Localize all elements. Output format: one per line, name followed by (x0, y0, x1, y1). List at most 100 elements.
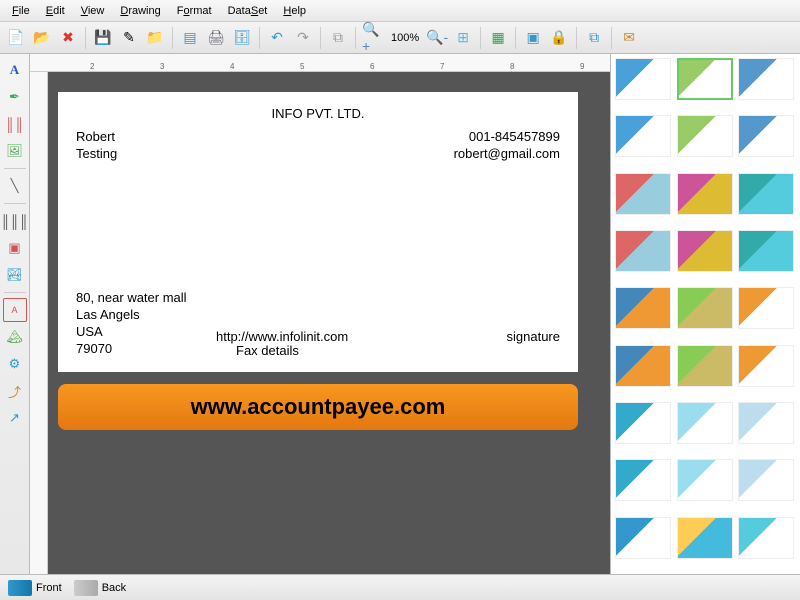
pen-tool[interactable]: ✒ (3, 85, 27, 109)
line-tool[interactable]: ╲ (3, 174, 27, 198)
template-thumb[interactable] (615, 58, 671, 100)
shapes-tool[interactable]: ▣ (3, 236, 27, 260)
template-thumb[interactable] (738, 459, 794, 501)
image-tool[interactable]: 🖼 (3, 139, 27, 163)
layer-button[interactable]: ▣ (521, 26, 545, 50)
template-thumb[interactable] (615, 459, 671, 501)
connector-tool[interactable]: ⤴ (3, 379, 27, 403)
new-button[interactable]: 📄 (4, 26, 28, 50)
template-thumb[interactable] (615, 287, 671, 329)
copy-button[interactable]: ⧉ (326, 26, 350, 50)
print-button[interactable]: 🖨 (204, 26, 228, 50)
template-thumb[interactable] (615, 517, 671, 559)
redo-button[interactable]: ↷ (291, 26, 315, 50)
menu-drawing[interactable]: Drawing (112, 3, 168, 19)
excel-button[interactable]: ▦ (486, 26, 510, 50)
zoom-out-button[interactable]: 🔍- (425, 26, 449, 50)
template-thumb[interactable] (615, 230, 671, 272)
template-thumb[interactable] (677, 402, 733, 444)
horizontal-ruler: 234 567 89 (30, 54, 610, 72)
lock-button[interactable]: 🔒 (547, 26, 571, 50)
separator (4, 203, 26, 204)
menu-edit[interactable]: Edit (38, 3, 73, 19)
picture-tool[interactable]: 🏞 (3, 263, 27, 287)
website-text[interactable]: http://www.infolinit.com (216, 329, 348, 344)
open2-button[interactable]: 📁 (143, 26, 167, 50)
zoom-level[interactable]: 100% (387, 32, 423, 44)
menu-dataset[interactable]: DataSet (220, 3, 276, 19)
front-icon (8, 580, 32, 596)
statusbar: Front Back (0, 574, 800, 600)
template-thumb[interactable] (677, 345, 733, 387)
signature-text[interactable]: signature (507, 329, 560, 344)
separator (172, 27, 173, 49)
fax-text[interactable]: Fax details (236, 343, 299, 358)
form-button[interactable]: ▤ (178, 26, 202, 50)
back-icon (74, 580, 98, 596)
menu-help[interactable]: Help (275, 3, 314, 19)
template-thumb[interactable] (615, 173, 671, 215)
back-label: Back (102, 582, 126, 594)
vertical-ruler (30, 72, 48, 574)
template-thumb[interactable] (738, 230, 794, 272)
separator (576, 27, 577, 49)
separator (355, 27, 356, 49)
menu-format[interactable]: Format (169, 3, 220, 19)
canvas[interactable]: INFO PVT. LTD. Robert Testing 001-845457… (48, 72, 610, 574)
template-thumb[interactable] (615, 345, 671, 387)
window-button[interactable]: ⧉ (582, 26, 606, 50)
template-thumb[interactable] (738, 517, 794, 559)
template-thumb[interactable] (738, 345, 794, 387)
open-button[interactable]: 📂 (30, 26, 54, 50)
template-thumb[interactable] (738, 58, 794, 100)
main-toolbar: 📄 📂 ✖ 💾 ✎ 📁 ▤ 🖨 🗄 ↶ ↷ ⧉ 🔍+ 100% 🔍- ⊞ ▦ ▣… (0, 22, 800, 54)
delete-button[interactable]: ✖ (56, 26, 80, 50)
template-thumb[interactable] (738, 173, 794, 215)
front-tab[interactable]: Front (8, 580, 62, 596)
edit-button[interactable]: ✎ (117, 26, 141, 50)
address-block[interactable]: 80, near water mall Las Angels USA 79070 (76, 290, 560, 358)
template-thumb[interactable] (677, 287, 733, 329)
menu-view[interactable]: View (73, 3, 113, 19)
template-thumb[interactable] (677, 459, 733, 501)
template-thumb[interactable] (677, 173, 733, 215)
name-line1: Robert (76, 129, 117, 146)
undo-button[interactable]: ↶ (265, 26, 289, 50)
save-button[interactable]: 💾 (91, 26, 115, 50)
separator (515, 27, 516, 49)
text-tool[interactable]: A (3, 58, 27, 82)
canvas-wrap: INFO PVT. LTD. Robert Testing 001-845457… (30, 72, 610, 574)
zoom-in-button[interactable]: 🔍+ (361, 26, 385, 50)
template-thumb[interactable] (677, 58, 733, 100)
tool-sidebar: A ✒ ║║ 🖼 ╲ ║║║ ▣ 🏞 A 🏔 ⚙ ⤴ ↗ (0, 54, 30, 574)
addr-line2: Las Angels (76, 307, 560, 324)
contact-block[interactable]: 001-845457899 robert@gmail.com (454, 129, 560, 163)
grid-button[interactable]: ⊞ (451, 26, 475, 50)
landscape-tool[interactable]: 🏔 (3, 325, 27, 349)
menu-file[interactable]: FFileile (4, 3, 38, 19)
template-thumb[interactable] (615, 402, 671, 444)
url-banner[interactable]: www.accountpayee.com (58, 384, 578, 430)
template-thumb[interactable] (677, 517, 733, 559)
arrow-tool[interactable]: ↗ (3, 406, 27, 430)
company-text[interactable]: INFO PVT. LTD. (76, 106, 560, 121)
template-thumb[interactable] (738, 402, 794, 444)
template-panel[interactable] (610, 54, 800, 574)
template-thumb[interactable] (738, 115, 794, 157)
business-card[interactable]: INFO PVT. LTD. Robert Testing 001-845457… (58, 92, 578, 372)
separator (85, 27, 86, 49)
template-thumb[interactable] (738, 287, 794, 329)
library-tool[interactable]: ║║ (3, 112, 27, 136)
name-block[interactable]: Robert Testing (76, 129, 117, 163)
textbox-tool[interactable]: A (3, 298, 27, 322)
template-thumb[interactable] (615, 115, 671, 157)
database-button[interactable]: 🗄 (230, 26, 254, 50)
gear-tool[interactable]: ⚙ (3, 352, 27, 376)
template-thumb[interactable] (677, 230, 733, 272)
mail-button[interactable]: ✉ (617, 26, 641, 50)
barcode-tool[interactable]: ║║║ (3, 209, 27, 233)
back-tab[interactable]: Back (74, 580, 126, 596)
email-text: robert@gmail.com (454, 146, 560, 163)
menubar: FFileile Edit View Drawing Format DataSe… (0, 0, 800, 22)
template-thumb[interactable] (677, 115, 733, 157)
